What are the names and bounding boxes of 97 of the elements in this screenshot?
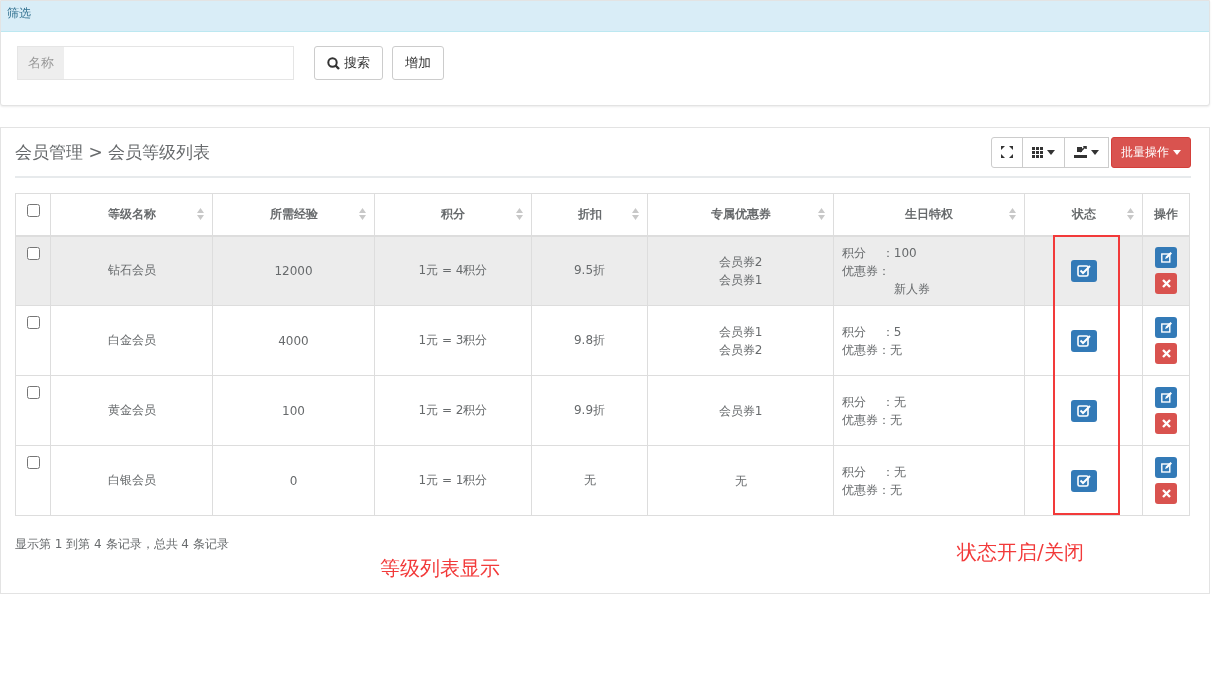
sort-icon [197,208,204,221]
status-toggle-button[interactable] [1070,259,1097,282]
breadcrumb: 会员管理 > 会员等级列表 [15,140,211,164]
close-icon [1161,489,1171,498]
birthday-privilege-line: 新人券 [893,280,930,298]
edit-button[interactable] [1155,317,1177,338]
checked-box-icon [1076,474,1091,487]
batch-operation-button[interactable]: 批量操作 [1111,136,1191,168]
table-cell: 4000 [278,333,309,348]
coupon-name: 会员券1 [718,402,763,420]
column-header[interactable]: 所需经验 [269,205,318,223]
table-cell: 12000 [274,263,313,278]
close-icon [1161,419,1171,428]
export-icon [1074,146,1087,158]
table-row[interactable]: 白金会员 4000 1元 = 3积分 9.8折 会员券1 会员券2 积分 ：5 优惠券：无 [15,305,1190,376]
birthday-privilege-line: 优惠券：无 [842,481,903,499]
columns-button[interactable] [1022,136,1065,168]
pagination-info: 显示第 1 到第 4 条记录，总共 4 条记录 [15,537,229,551]
table-cell: 黄金会员 [107,403,156,417]
panel-title: 筛选 [7,6,31,20]
column-header[interactable]: 状态 [1071,205,1096,223]
edit-icon [1160,392,1172,403]
row-checkbox[interactable] [26,246,40,260]
table-cell: 无 [583,473,596,487]
delete-button[interactable] [1155,483,1177,504]
birthday-privilege-line: 优惠券：无 [842,411,903,429]
delete-button[interactable] [1155,413,1177,434]
birthday-privilege-line: 积分 ：无 [842,393,906,411]
table-cell: 100 [282,403,305,418]
column-header[interactable]: 生日特权 [905,205,953,223]
column-header[interactable]: 折扣 [577,205,602,223]
table-row[interactable]: 黄金会员 100 1元 = 2积分 9.9折 会员券1 积分 ：无 优惠券：无 [15,375,1190,446]
edit-button[interactable] [1155,387,1177,408]
search-button[interactable]: 搜索 [314,46,383,80]
edit-button[interactable] [1155,247,1177,269]
fullscreen-button[interactable] [991,136,1023,168]
sort-icon [516,208,523,221]
add-button[interactable]: 增加 [392,46,444,80]
status-toggle-button[interactable] [1070,399,1097,422]
table-cell: 1元 = 1积分 [418,473,488,487]
table-row[interactable]: 白银会员 0 1元 = 1积分 无 无 积分 ：无 优惠券：无 [15,445,1190,516]
sort-icon [818,208,825,221]
edit-icon [1160,252,1172,264]
table-cell: 1元 = 3积分 [418,333,488,347]
coupon-name: 会员券2 [718,253,763,271]
column-header[interactable]: 等级名称 [107,205,156,223]
sort-icon [632,208,639,221]
status-toggle-button[interactable] [1070,469,1097,492]
table-cell: 1元 = 2积分 [418,403,488,417]
edit-button[interactable] [1155,457,1177,478]
table-cell: 9.9折 [573,403,606,417]
field-label: 名称 [18,47,64,79]
table-cell: 9.5折 [573,263,606,278]
coupon-name: 会员券1 [718,323,763,341]
checked-box-icon [1076,404,1091,417]
table-cell: 白金会员 [107,333,156,347]
checked-box-icon [1076,334,1091,347]
sort-icon [359,208,366,221]
table-cell: 钻石会员 [107,263,156,278]
birthday-privilege-line: 优惠券：无 [842,341,902,359]
close-icon [1161,279,1171,289]
search-icon [327,56,340,70]
table-row[interactable]: 钻石会员 12000 1元 = 4积分 9.5折 会员券2 会员券1 积分 ：100 优惠券： 新人券 [15,235,1190,306]
birthday-privilege-line: 积分 ：100 [842,244,918,262]
caret-icon [1173,149,1181,155]
caret-icon [1091,149,1099,155]
annotation-text: 状态开启/关闭 [957,539,1084,566]
close-icon [1161,349,1171,358]
table-cell: 9.8折 [573,333,606,347]
coupon-name: 会员券2 [718,341,763,359]
birthday-privilege-line: 优惠券： [842,262,891,280]
edit-icon [1160,462,1172,473]
checked-box-icon [1076,264,1091,278]
coupon-name: 会员券1 [718,271,763,289]
column-header[interactable]: 积分 [441,205,465,223]
status-toggle-button[interactable] [1070,329,1097,352]
fullscreen-icon [1001,146,1013,158]
delete-button[interactable] [1155,273,1177,295]
select-all-checkbox[interactable] [26,204,40,217]
sort-icon [1127,208,1134,221]
birthday-privilege-line: 积分 ：无 [842,463,906,481]
caret-icon [1047,149,1055,155]
sort-icon [1009,208,1016,221]
row-checkbox[interactable] [26,316,40,329]
delete-button[interactable] [1155,343,1177,364]
table-cell: 1元 = 4积分 [418,263,488,278]
table-cell: 白银会员 [107,473,156,487]
coupon-name: 无 [734,472,747,490]
row-checkbox[interactable] [26,386,40,399]
export-button[interactable] [1064,136,1109,168]
annotation-text: 等级列表显示 [380,555,500,582]
birthday-privilege-line: 积分 ：5 [842,323,902,341]
table-cell: 0 [289,473,298,488]
row-checkbox[interactable] [26,456,40,469]
column-header[interactable]: 专属优惠券 [710,205,771,223]
grid-icon [1032,146,1043,158]
edit-icon [1160,322,1172,333]
